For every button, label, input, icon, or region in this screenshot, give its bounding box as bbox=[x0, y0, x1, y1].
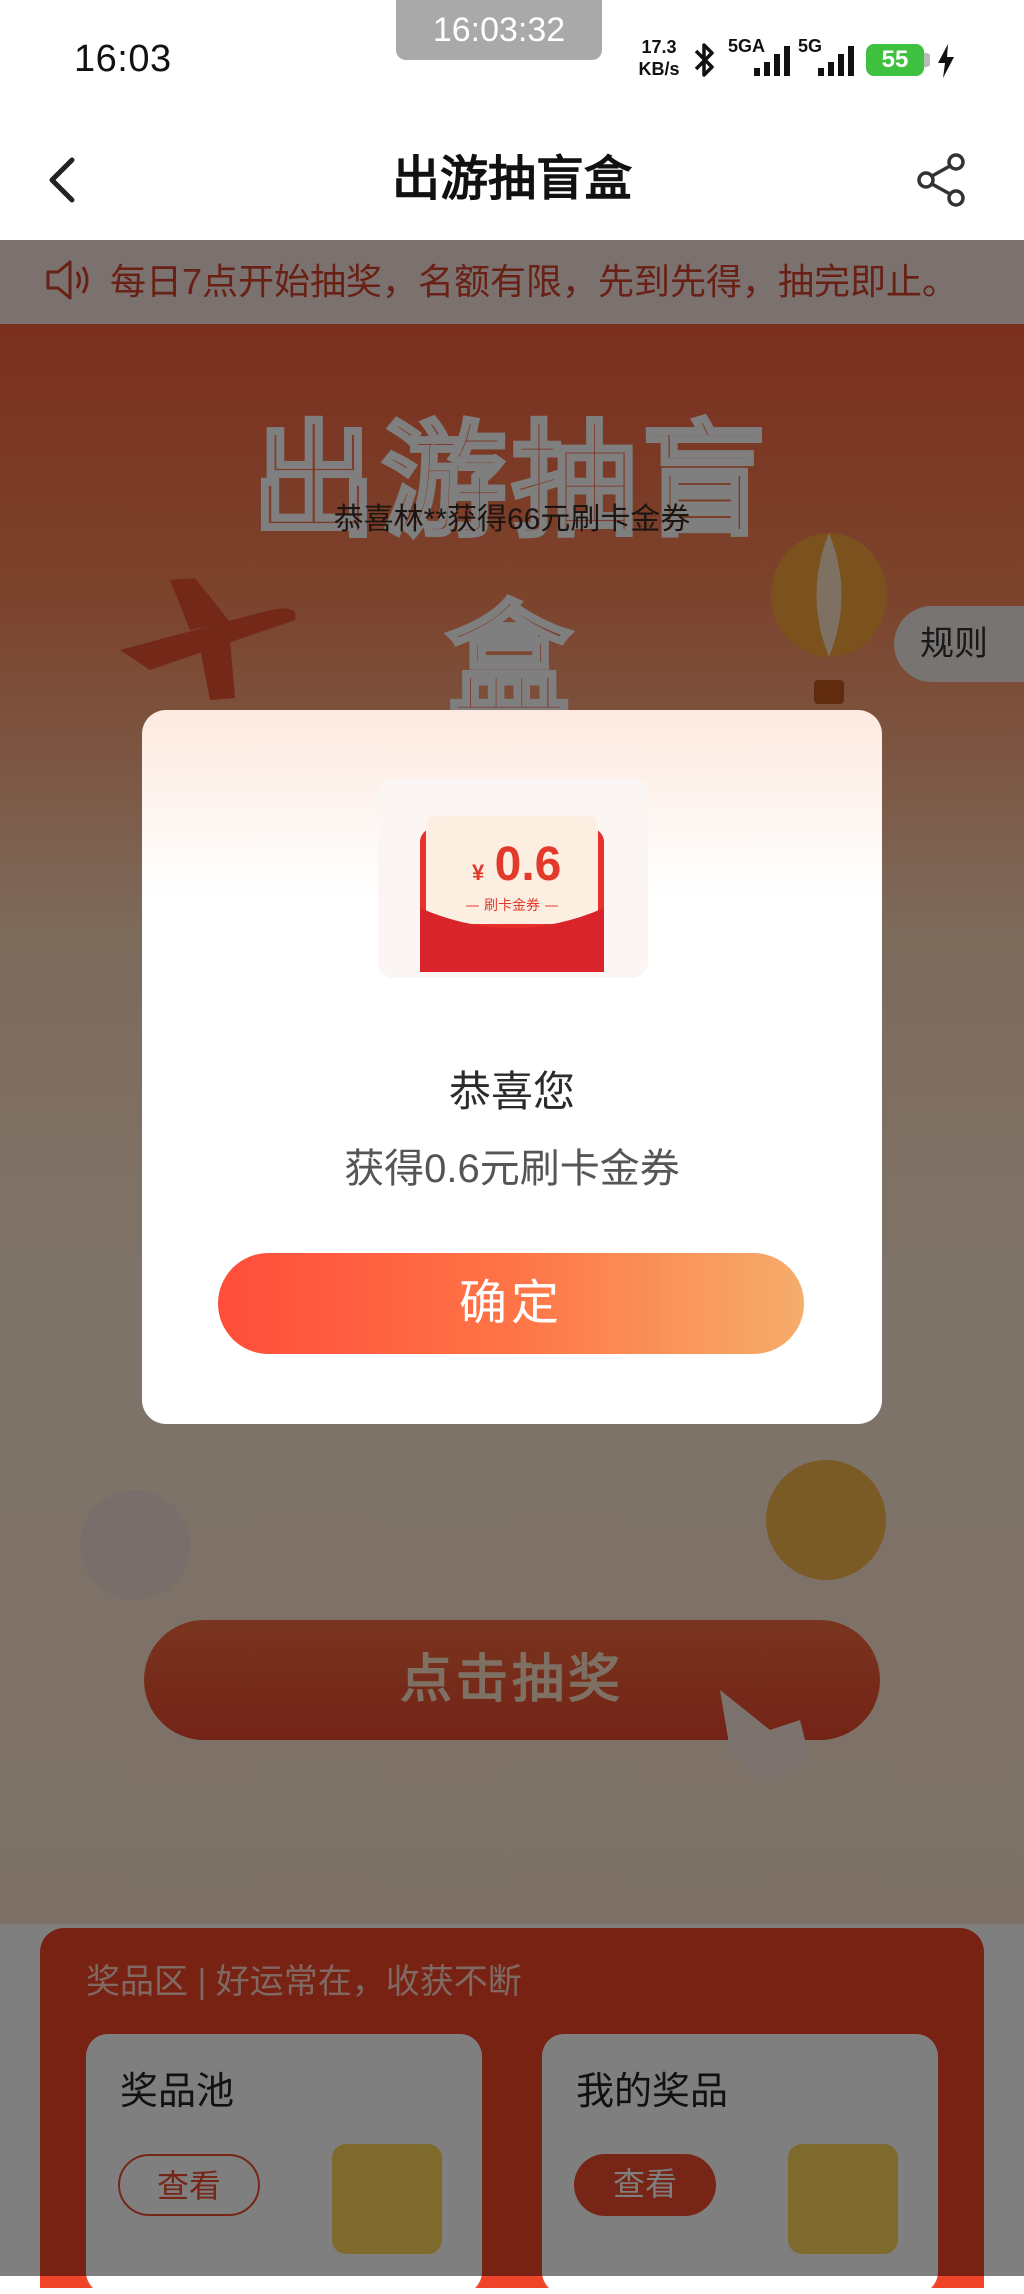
coupon-amount: 0.6 bbox=[495, 838, 562, 891]
coupon-currency: ¥ bbox=[472, 860, 485, 885]
battery-level: 55 bbox=[866, 44, 924, 76]
share-icon bbox=[917, 153, 965, 207]
status-time: 16:03 bbox=[74, 38, 172, 80]
network-speed-value: 17.3 bbox=[641, 37, 677, 57]
battery-icon bbox=[924, 53, 930, 67]
confirm-button[interactable]: 确定 bbox=[218, 1253, 804, 1354]
network-speed: 17.3 KB/s bbox=[636, 36, 682, 80]
bluetooth-icon bbox=[694, 43, 714, 77]
dialog-description: 获得0.6元刷卡金券 bbox=[344, 1147, 680, 1191]
coupon-label: — 刷卡金券 — bbox=[466, 898, 559, 914]
share-button[interactable] bbox=[912, 150, 972, 210]
red-envelope-coupon: ¥ 0.6 — 刷卡金券 — bbox=[420, 816, 604, 972]
page-title: 出游抽盲盒 bbox=[391, 153, 632, 206]
charging-icon bbox=[938, 44, 954, 78]
network-speed-unit: KB/s bbox=[638, 59, 680, 79]
screenshot-timestamp: 16:03:32 bbox=[396, 0, 602, 60]
dialog-title: 恭喜您 bbox=[448, 1068, 575, 1115]
signal-icon bbox=[754, 46, 790, 76]
signal-icon bbox=[818, 46, 854, 76]
